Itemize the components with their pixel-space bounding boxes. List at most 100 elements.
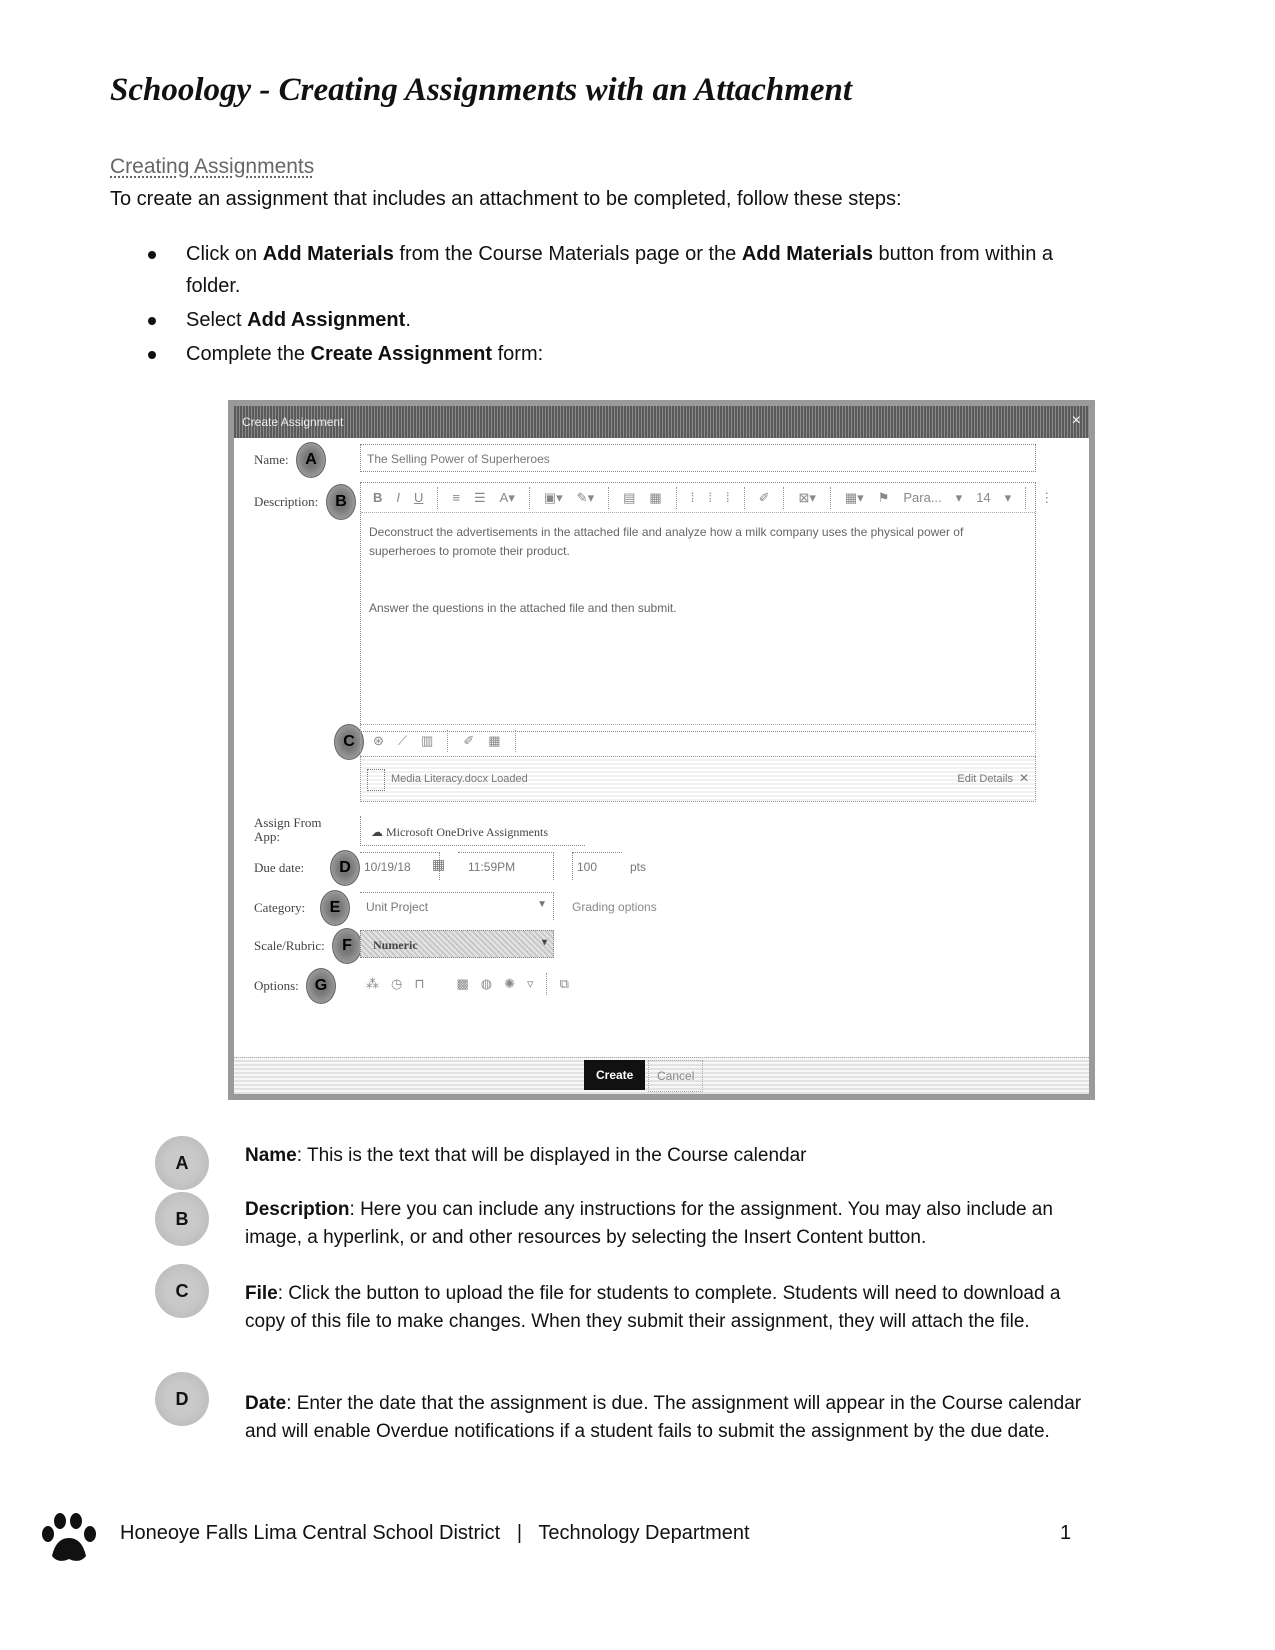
assign-from-app-label: Assign From App: [254, 815, 322, 844]
edit-icon[interactable]: ✐ [463, 733, 474, 749]
align-right-icon[interactable]: ⁞ [691, 490, 695, 505]
badge-g: G [306, 968, 336, 1004]
attached-file-name: Media Literacy.docx Loaded [391, 773, 528, 785]
description-editor[interactable]: B I U ≡ ☰ A▾ ▣▾ ✎▾ ▤ ▦ ⁞ ⁞ ⁞ ✐ ⊠▾ ▦▾ ⚑ P… [360, 482, 1053, 732]
resource-icon[interactable]: ▥ [421, 733, 433, 749]
edit-details-link[interactable]: Edit Details [957, 773, 1013, 785]
document-title: Schoology - Creating Assignments with an… [110, 72, 853, 108]
lock-icon[interactable]: ⊓ [414, 976, 424, 992]
legend-badge-a: A [155, 1136, 209, 1190]
bullet-icon [148, 351, 156, 359]
dialog-footer: Create Cancel [234, 1057, 1089, 1094]
underline-icon[interactable]: U [414, 490, 423, 505]
grade-icon[interactable]: ▩ [457, 976, 469, 992]
description-paragraph: Answer the questions in the attached fil… [369, 601, 677, 615]
calendar-icon[interactable]: ▦ [432, 856, 445, 873]
legend-badge-d: D [155, 1372, 209, 1426]
copy-icon[interactable]: ⧉ [560, 976, 569, 992]
clock-icon[interactable]: ◷ [391, 976, 402, 992]
italic-icon[interactable]: I [396, 490, 400, 505]
more-icon[interactable]: ⋮ [1040, 490, 1053, 506]
paragraph-format-select[interactable]: Para... [903, 490, 941, 505]
settings-icon[interactable]: ✺ [504, 976, 515, 992]
numbered-list-icon[interactable]: ≡ [452, 490, 460, 505]
dialog-titlebar: Create Assignment × [234, 406, 1089, 438]
create-assignment-dialog: Create Assignment × Name: A The Selling … [228, 400, 1095, 1100]
outdent-icon[interactable]: ⁞ [726, 490, 730, 505]
attachment-toolbar: ⊛ ⟋ ▥ ✐ ▦ [360, 724, 1036, 756]
assign-from-app-button[interactable]: ☁ Microsoft OneDrive Assignments [360, 816, 585, 846]
options-toolbar: ⁂ ◷ ⊓ ▩ ◍ ✺ ▿ ⧉ [354, 972, 569, 996]
legend-item-file: File: Click the button to upload the fil… [245, 1283, 1061, 1332]
badge-a: A [296, 442, 326, 478]
toolbar-separator [447, 729, 449, 752]
format-painter-icon[interactable]: ⚑ [878, 490, 890, 506]
name-label: Name: [254, 452, 289, 467]
badge-e: E [320, 890, 350, 926]
toolbar-separator [528, 486, 530, 509]
comment-icon[interactable]: ▿ [527, 976, 534, 992]
grading-options-link[interactable]: Grading options [572, 900, 657, 914]
footer-text: Honeoye Falls Lima Central School Distri… [120, 1522, 750, 1544]
legend-item-description: Description: Here you can include any in… [245, 1199, 1053, 1248]
cloud-icon: ☁ [371, 825, 383, 839]
highlight-icon[interactable]: ✎▾ [577, 490, 594, 506]
due-date-label: Due date: [254, 860, 305, 875]
toolbar-separator [743, 486, 745, 509]
align-left-icon[interactable]: ▤ [623, 490, 635, 506]
name-input[interactable]: The Selling Power of Superheroes [360, 444, 1036, 472]
chevron-down-icon: ▼ [537, 899, 547, 910]
toolbar-separator [1025, 486, 1027, 509]
bulleted-list-icon[interactable]: ☰ [474, 490, 486, 506]
bold-icon[interactable]: B [373, 490, 382, 505]
document-icon [367, 769, 385, 791]
table-icon[interactable]: ▦▾ [845, 490, 864, 506]
chevron-down-icon: ▾ [1004, 489, 1012, 505]
step-item: Complete the Create Assignment form: [148, 338, 1108, 370]
dialog-title: Create Assignment [242, 415, 344, 429]
hierarchy-icon[interactable]: ⁂ [366, 976, 379, 992]
description-paragraph: Deconstruct the advertisements in the at… [369, 525, 964, 558]
toolbar-separator [829, 486, 831, 509]
legend-item-date: Date: Enter the date that the assignment… [245, 1393, 1082, 1442]
badge-f: F [332, 928, 362, 964]
scale-rubric-label: Scale/Rubric: [254, 938, 325, 953]
attached-file-row[interactable]: Media Literacy.docx Loaded Edit Details … [360, 756, 1036, 802]
font-size-select[interactable]: 14 [976, 490, 990, 505]
category-label: Category: [254, 900, 306, 915]
toolbar-separator [783, 486, 785, 509]
due-date-input[interactable]: 10/19/18 [360, 852, 440, 880]
step-item: Select Add Assignment. [148, 304, 1108, 336]
toolbar-separator [437, 486, 439, 509]
justify-icon[interactable]: ⁞ [708, 490, 712, 505]
toolbar-separator [514, 729, 517, 752]
upload-file-icon[interactable]: ⊛ [373, 733, 384, 749]
due-time-input[interactable]: 11:59PM [458, 852, 554, 880]
remove-file-icon[interactable]: ✕ [1019, 771, 1029, 785]
paw-print-icon [42, 1513, 96, 1561]
points-unit: pts [630, 860, 647, 874]
insert-content-icon[interactable]: ⊠▾ [798, 490, 815, 506]
badge-b: B [326, 484, 356, 520]
cancel-button[interactable]: Cancel [648, 1060, 704, 1092]
section-heading: Creating Assignments [110, 155, 315, 178]
align-center-icon[interactable]: ▦ [649, 490, 661, 506]
insert-image-icon[interactable]: ▣▾ [544, 490, 563, 506]
font-color-icon[interactable]: A▾ [500, 490, 515, 506]
table-icon[interactable]: ▦ [488, 733, 500, 749]
scale-rubric-select[interactable]: Numeric ▾ [360, 930, 554, 958]
editor-toolbar: B I U ≡ ☰ A▾ ▣▾ ✎▾ ▤ ▦ ⁞ ⁞ ⁞ ✐ ⊠▾ ▦▾ ⚑ P… [361, 483, 1053, 513]
steps-list: Click on Add Materials from the Course M… [148, 238, 1108, 372]
link-icon[interactable]: ⟋ [398, 733, 407, 749]
legend-badge-c: C [155, 1264, 209, 1318]
bullet-icon [148, 251, 156, 259]
legend-item-name: Name: This is the text that will be disp… [245, 1145, 807, 1166]
toolbar-separator [545, 973, 548, 995]
chevron-down-icon: ▾ [955, 489, 963, 505]
points-input[interactable]: 100 [572, 852, 622, 880]
pencil-icon[interactable]: ✐ [759, 490, 770, 506]
category-select[interactable]: Unit Project ▼ [360, 892, 554, 920]
close-icon[interactable]: × [1072, 412, 1081, 430]
globe-icon[interactable]: ◍ [481, 976, 492, 992]
create-button[interactable]: Create [584, 1060, 646, 1090]
